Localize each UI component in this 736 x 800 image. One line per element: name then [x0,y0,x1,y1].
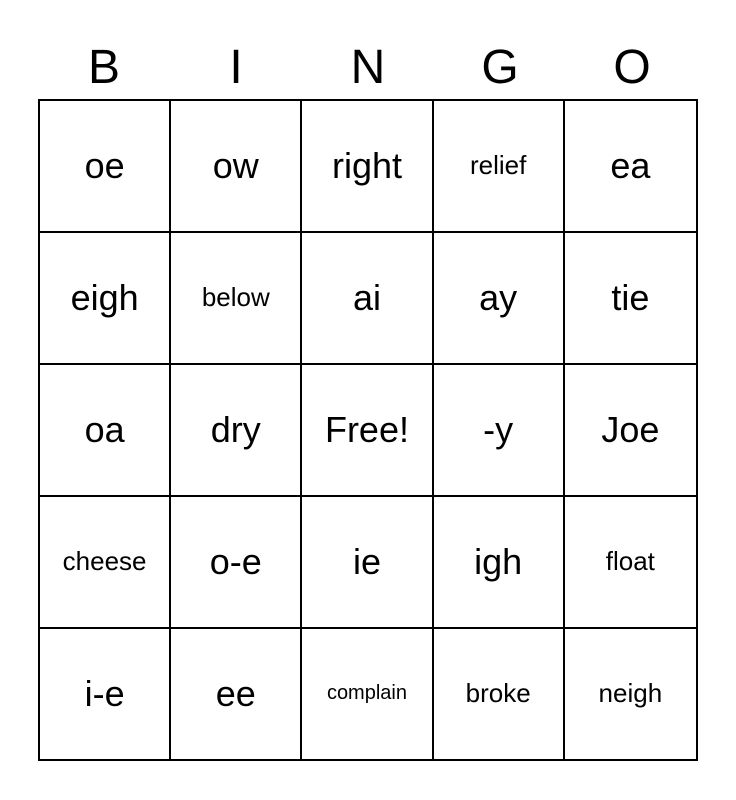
cell-2-3[interactable]: ai [302,233,433,363]
row-5: i-e ee complain broke neigh [40,629,696,759]
cell-3-5[interactable]: Joe [565,365,696,495]
cell-3-4[interactable]: -y [434,365,565,495]
row-2: eigh below ai ay tie [40,233,696,365]
header-i: I [170,40,302,95]
cell-1-1[interactable]: oe [40,101,171,231]
cell-4-1[interactable]: cheese [40,497,171,627]
header-n: N [302,40,434,95]
bingo-grid: oe ow right relief ea eigh below ai ay t… [38,99,698,761]
cell-3-3[interactable]: Free! [302,365,433,495]
cell-2-1[interactable]: eigh [40,233,171,363]
header-b: B [38,40,170,95]
cell-4-2[interactable]: o-e [171,497,302,627]
header-o: O [566,40,698,95]
cell-1-2[interactable]: ow [171,101,302,231]
cell-5-1[interactable]: i-e [40,629,171,759]
row-4: cheese o-e ie igh float [40,497,696,629]
cell-3-2[interactable]: dry [171,365,302,495]
cell-4-5[interactable]: float [565,497,696,627]
bingo-header: B I N G O [38,40,698,95]
cell-5-4[interactable]: broke [434,629,565,759]
cell-2-2[interactable]: below [171,233,302,363]
row-1: oe ow right relief ea [40,101,696,233]
row-3: oa dry Free! -y Joe [40,365,696,497]
cell-1-5[interactable]: ea [565,101,696,231]
cell-3-1[interactable]: oa [40,365,171,495]
cell-2-5[interactable]: tie [565,233,696,363]
cell-1-3[interactable]: right [302,101,433,231]
cell-5-3[interactable]: complain [302,629,433,759]
header-g: G [434,40,566,95]
cell-1-4[interactable]: relief [434,101,565,231]
cell-5-5[interactable]: neigh [565,629,696,759]
cell-4-4[interactable]: igh [434,497,565,627]
bingo-card: B I N G O oe ow right relief ea eigh bel… [18,20,718,781]
cell-2-4[interactable]: ay [434,233,565,363]
cell-4-3[interactable]: ie [302,497,433,627]
cell-5-2[interactable]: ee [171,629,302,759]
